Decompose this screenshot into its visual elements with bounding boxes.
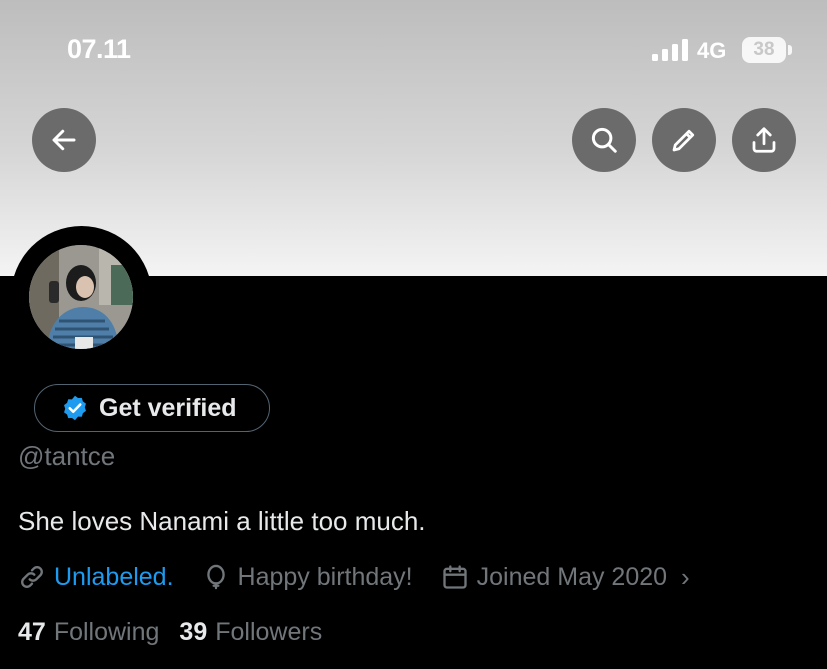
pencil-icon	[672, 129, 695, 152]
get-verified-button[interactable]: Get verified	[34, 384, 270, 432]
search-button[interactable]	[572, 108, 636, 172]
chevron-right-icon: ›	[681, 561, 690, 592]
battery-nub	[788, 45, 792, 55]
get-verified-label: Get verified	[99, 393, 237, 422]
birthday-text: Happy birthday!	[237, 562, 413, 591]
joined-info[interactable]: Joined May 2020 ›	[441, 562, 690, 593]
network-type: 4G	[697, 38, 727, 63]
calendar-icon	[442, 565, 467, 589]
link-icon	[21, 566, 43, 588]
verified-badge-icon	[64, 395, 86, 421]
profile-bio: She loves Nanami a little too much.	[18, 506, 426, 536]
profile-handle: @tantce	[18, 441, 116, 471]
joined-text: Joined May 2020	[476, 562, 668, 591]
search-icon	[591, 127, 617, 153]
back-button[interactable]	[32, 108, 96, 172]
edit-button[interactable]	[652, 108, 716, 172]
arrow-left-icon	[52, 129, 76, 151]
website-link-text[interactable]: Unlabeled.	[54, 563, 174, 592]
status-bar: 07.11 4G 38	[0, 0, 827, 100]
balloon-icon	[206, 564, 225, 590]
battery-level: 38	[753, 39, 775, 60]
avatar-photo	[29, 245, 133, 349]
following-label[interactable]: Following	[54, 618, 160, 647]
avatar[interactable]	[29, 245, 133, 349]
signal-icon	[652, 39, 688, 61]
followers-label[interactable]: Followers	[215, 618, 322, 647]
status-time: 07.11	[67, 34, 131, 64]
share-button[interactable]	[732, 108, 796, 172]
birthday-info: Happy birthday!	[202, 563, 413, 592]
follow-stats: 47 Following 39 Followers	[18, 618, 342, 647]
followers-count[interactable]: 39	[179, 618, 207, 647]
battery-icon: 38	[742, 37, 786, 63]
profile-meta: Unlabeled. Happy birthday! Joined May 20…	[18, 560, 690, 594]
following-count[interactable]: 47	[18, 618, 46, 647]
share-icon	[752, 127, 776, 153]
website-link[interactable]: Unlabeled.	[18, 563, 174, 592]
